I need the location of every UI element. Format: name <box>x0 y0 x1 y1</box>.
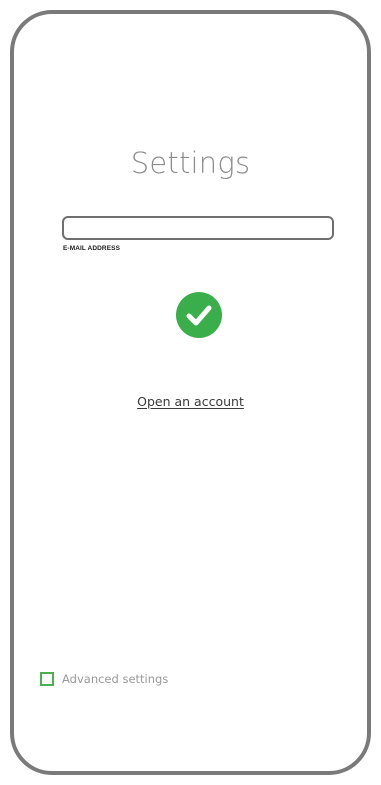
check-circle-icon <box>176 292 222 338</box>
email-label: E-MAIL ADDRESS <box>63 245 121 252</box>
advanced-settings-label: Advanced settings <box>62 672 169 686</box>
advanced-settings-checkbox[interactable] <box>40 672 54 686</box>
open-account-link[interactable]: Open an account <box>14 394 367 409</box>
advanced-settings-row[interactable]: Advanced settings <box>40 671 168 687</box>
phone-frame: Settings E-MAIL ADDRESS Open an account … <box>10 10 371 775</box>
email-field[interactable] <box>62 216 334 240</box>
page-title: Settings <box>130 146 251 180</box>
